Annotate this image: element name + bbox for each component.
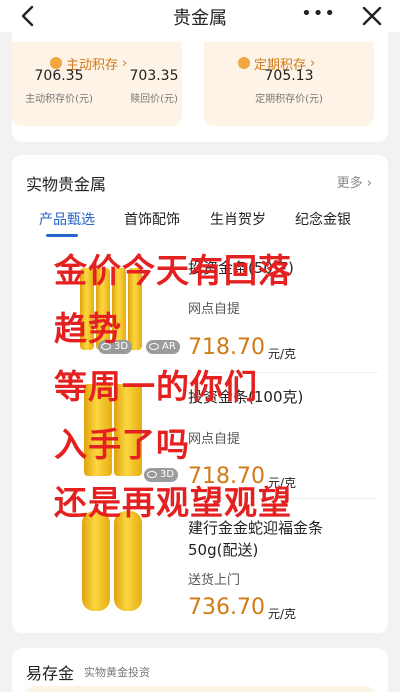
coin-icon [238,57,250,69]
close-icon[interactable] [358,2,386,30]
tab-jewelry[interactable]: 首饰配饰 [124,209,180,229]
product-delivery: 网点自提 [188,302,241,317]
gold-bar [114,511,142,611]
easy-gold-card[interactable]: 易存金 实物黄金投资 [12,648,388,692]
top-bar: 贵金属 ••• [0,0,400,32]
product-delivery: 网点自提 [188,432,241,447]
overlay-caption: 还是再观望观望 [54,483,292,522]
active-tab-indicator [46,234,78,237]
gold-accumulation-card: 主动积存 › 706.35 主动积存价(元) 703.35 赎回价(元) 定期积… [12,20,388,142]
product-delivery: 送货上门 [188,573,241,588]
periodic-price-label: 定期积存价(元) [255,94,323,105]
product-price: 736.70 [188,595,265,620]
more-menu-button[interactable]: ••• [301,3,336,24]
price-unit: 元/克 [268,607,297,621]
eye-icon [149,343,159,350]
easy-gold-banner[interactable] [26,686,374,692]
overlay-caption: 趋势 [54,309,122,348]
periodic-price: 705.13 [264,68,314,84]
buyback-price-label: 赎回价(元) [130,94,178,105]
section-title: 易存金 [26,664,75,683]
buyback-price: 703.35 [129,68,179,84]
section-subtitle: 实物黄金投资 [84,666,150,679]
overlay-caption: 等周一的你们 [54,367,258,406]
overlay-caption: 入手了吗 [54,425,190,464]
more-link[interactable]: 更多 › [337,172,372,191]
product-name-line2[interactable]: 50g(配送) [188,539,258,560]
category-tabs: 产品甄选 首饰配饰 生肖贺岁 纪念金银 [12,207,388,237]
periodic-accumulation-box[interactable]: 定期积存 › 705.13 定期积存价(元) [204,42,374,126]
active-accumulation-box[interactable]: 主动积存 › 706.35 主动积存价(元) 703.35 赎回价(元) [12,42,182,126]
product-price: 718.70 [188,335,265,360]
section-title: 实物贵金属 [26,175,107,194]
overlay-caption: 金价今天有回落 [54,251,292,290]
tab-zodiac[interactable]: 生肖贺岁 [210,209,266,229]
gold-bar [82,511,110,611]
view-ar-badge[interactable]: AR [146,340,180,354]
page-title: 贵金属 [173,8,227,29]
active-price: 706.35 [34,68,84,84]
tab-featured[interactable]: 产品甄选 [39,209,95,229]
tab-commemorative[interactable]: 纪念金银 [295,209,351,229]
price-unit: 元/克 [268,347,297,361]
active-price-label: 主动积存价(元) [25,94,93,105]
